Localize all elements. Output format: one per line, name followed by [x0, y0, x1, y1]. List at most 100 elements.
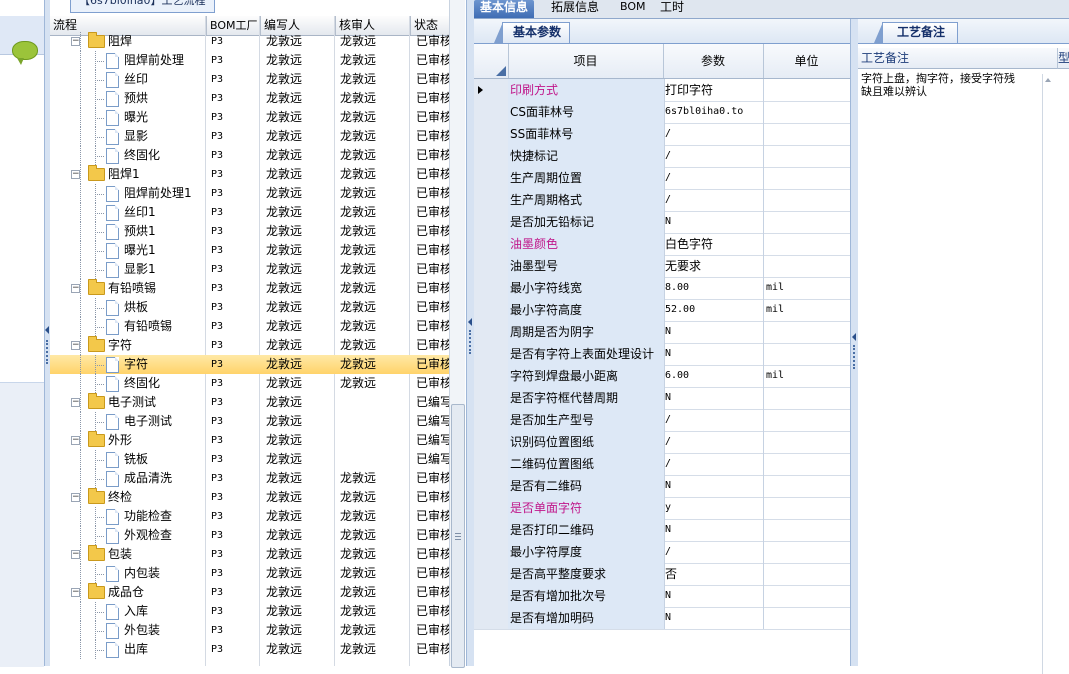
- tree-row[interactable]: − 电子测试 P3 龙敦远 已编写: [50, 393, 450, 412]
- param-value-cell[interactable]: /: [663, 123, 764, 145]
- tree-node-label[interactable]: 外观检查: [124, 526, 205, 545]
- param-value-cell[interactable]: /: [663, 409, 764, 431]
- tree-node-label[interactable]: 出库: [124, 640, 205, 659]
- col-header-item[interactable]: 项目: [508, 44, 664, 78]
- notes-scrollbar[interactable]: [1042, 74, 1052, 674]
- tab-process-notes[interactable]: 工艺备注: [873, 22, 959, 43]
- param-unit-cell[interactable]: [764, 519, 852, 541]
- collapse-toggle-icon[interactable]: −: [71, 550, 80, 559]
- tree-node-label[interactable]: 电子测试: [124, 412, 205, 431]
- tree-row[interactable]: − 有铅喷锡 P3 龙敦远 龙敦远 已审核: [50, 279, 450, 298]
- tree-node-label[interactable]: 入库: [124, 602, 205, 621]
- collapse-tree-arrow-icon[interactable]: [468, 318, 472, 326]
- tree-scroll-thumb[interactable]: [451, 404, 465, 668]
- param-unit-cell[interactable]: [764, 123, 852, 145]
- param-value-cell[interactable]: 白色字符: [663, 233, 764, 255]
- param-unit-cell[interactable]: [764, 145, 852, 167]
- param-value-cell[interactable]: /: [663, 541, 764, 563]
- row-indicator[interactable]: [474, 299, 509, 321]
- param-row[interactable]: 油墨颜色 白色字符: [474, 233, 850, 256]
- process-notes-text[interactable]: 字符上盘，掏字符，接受字符残 缺且难以辨认: [861, 72, 1041, 98]
- tree-node-label[interactable]: 字符: [108, 336, 205, 355]
- param-row[interactable]: 是否加生产型号 /: [474, 409, 850, 432]
- param-value-cell[interactable]: /: [663, 431, 764, 453]
- tree-row[interactable]: 显影1 P3 龙敦远 龙敦远 已审核: [50, 260, 450, 279]
- param-value-cell[interactable]: /: [663, 453, 764, 475]
- row-indicator[interactable]: [474, 123, 509, 145]
- tree-row[interactable]: 阻焊前处理1 P3 龙敦远 龙敦远 已审核: [50, 184, 450, 203]
- param-row[interactable]: 识别码位置图纸 /: [474, 431, 850, 454]
- collapse-toggle-icon[interactable]: −: [71, 37, 80, 46]
- tree-row[interactable]: 终固化 P3 龙敦远 龙敦远 已审核: [50, 146, 450, 165]
- tree-row[interactable]: 阻焊前处理 P3 龙敦远 龙敦远 已审核: [50, 51, 450, 70]
- param-row[interactable]: 生产周期格式 /: [474, 189, 850, 212]
- collapse-toggle-icon[interactable]: −: [71, 588, 80, 597]
- collapse-toggle-icon[interactable]: −: [71, 436, 80, 445]
- collapse-toggle-icon[interactable]: −: [71, 284, 80, 293]
- chat-bubble-icon[interactable]: [12, 41, 38, 65]
- param-row[interactable]: 最小字符线宽 8.00 mil: [474, 277, 850, 300]
- param-row[interactable]: 是否有增加明码 N: [474, 607, 850, 630]
- param-row[interactable]: SS面菲林号 /: [474, 123, 850, 146]
- tab-bom[interactable]: BOM: [620, 0, 646, 18]
- scroll-up-icon[interactable]: [1045, 78, 1051, 82]
- tree-row[interactable]: 成品清洗 P3 龙敦远 龙敦远 已审核: [50, 469, 450, 488]
- param-row[interactable]: 二维码位置图纸 /: [474, 453, 850, 476]
- tree-row[interactable]: 烘板 P3 龙敦远 龙敦远 已审核: [50, 298, 450, 317]
- collapse-left-arrow-icon[interactable]: [45, 326, 49, 334]
- tree-node-label[interactable]: 字符: [124, 355, 205, 374]
- tree-row[interactable]: − 包装 P3 龙敦远 龙敦远 已审核: [50, 545, 450, 564]
- param-unit-cell[interactable]: [764, 475, 852, 497]
- row-indicator[interactable]: [474, 541, 509, 563]
- tree-row[interactable]: 预烘 P3 龙敦远 龙敦远 已审核: [50, 89, 450, 108]
- param-row[interactable]: 是否单面字符 y: [474, 497, 850, 520]
- param-row[interactable]: 是否字符框代替周期 N: [474, 387, 850, 410]
- param-row[interactable]: 快捷标记 /: [474, 145, 850, 168]
- tab-basic-info[interactable]: 基本信息: [474, 0, 535, 18]
- tree-node-label[interactable]: 曝光1: [124, 241, 205, 260]
- param-value-cell[interactable]: 6s7bl0iha0.to: [663, 101, 764, 123]
- tree-node-label[interactable]: 功能检查: [124, 507, 205, 526]
- tree-row[interactable]: 丝印1 P3 龙敦远 龙敦远 已审核: [50, 203, 450, 222]
- tree-node-label[interactable]: 显影1: [124, 260, 205, 279]
- param-unit-cell[interactable]: [764, 211, 852, 233]
- param-unit-cell[interactable]: [764, 607, 852, 629]
- collapse-toggle-icon[interactable]: −: [71, 170, 80, 179]
- param-row[interactable]: CS面菲林号 6s7bl0iha0.to: [474, 101, 850, 124]
- row-indicator[interactable]: [474, 387, 509, 409]
- tree-row[interactable]: 内包装 P3 龙敦远 龙敦远 已审核: [50, 564, 450, 583]
- param-row[interactable]: 周期是否为阴字 N: [474, 321, 850, 344]
- tree-row[interactable]: 曝光 P3 龙敦远 龙敦远 已审核: [50, 108, 450, 127]
- param-value-cell[interactable]: N: [663, 475, 764, 497]
- row-indicator[interactable]: [474, 79, 509, 101]
- tree-row[interactable]: 预烘1 P3 龙敦远 龙敦远 已审核: [50, 222, 450, 241]
- tree-node-label[interactable]: 曝光: [124, 108, 205, 127]
- collapse-notes-arrow-icon[interactable]: [852, 333, 856, 341]
- row-indicator[interactable]: [474, 167, 509, 189]
- col-header-param[interactable]: 参数: [663, 44, 764, 78]
- tree-node-label[interactable]: 丝印: [124, 70, 205, 89]
- tree-row[interactable]: 字符 P3 龙敦远 龙敦远 已审核: [50, 355, 450, 374]
- tree-node-label[interactable]: 铣板: [124, 450, 205, 469]
- tree-node-label[interactable]: 烘板: [124, 298, 205, 317]
- tree-scrollbar[interactable]: [449, 0, 465, 668]
- tree-node-label[interactable]: 阻焊1: [108, 165, 205, 184]
- row-indicator[interactable]: [474, 585, 509, 607]
- tree-node-label[interactable]: 有铅喷锡: [108, 279, 205, 298]
- tree-row[interactable]: 铣板 P3 龙敦远 已编写: [50, 450, 450, 469]
- tree-node-label[interactable]: 有铅喷锡: [124, 317, 205, 336]
- tree-node-label[interactable]: 成品仓: [108, 583, 205, 602]
- param-unit-cell[interactable]: [764, 497, 852, 519]
- row-indicator[interactable]: [474, 409, 509, 431]
- row-indicator[interactable]: [474, 563, 509, 585]
- row-indicator[interactable]: [474, 101, 509, 123]
- tree-row[interactable]: 功能检查 P3 龙敦远 龙敦远 已审核: [50, 507, 450, 526]
- tree-row[interactable]: 丝印 P3 龙敦远 龙敦远 已审核: [50, 70, 450, 89]
- tree-node-label[interactable]: 内包装: [124, 564, 205, 583]
- param-unit-cell[interactable]: [764, 431, 852, 453]
- tree-row[interactable]: 有铅喷锡 P3 龙敦远 龙敦远 已审核: [50, 317, 450, 336]
- param-row[interactable]: 最小字符厚度 /: [474, 541, 850, 564]
- tab-basic-params[interactable]: 基本参数: [493, 22, 571, 43]
- param-unit-cell[interactable]: mil: [764, 277, 852, 299]
- row-indicator[interactable]: [474, 233, 509, 255]
